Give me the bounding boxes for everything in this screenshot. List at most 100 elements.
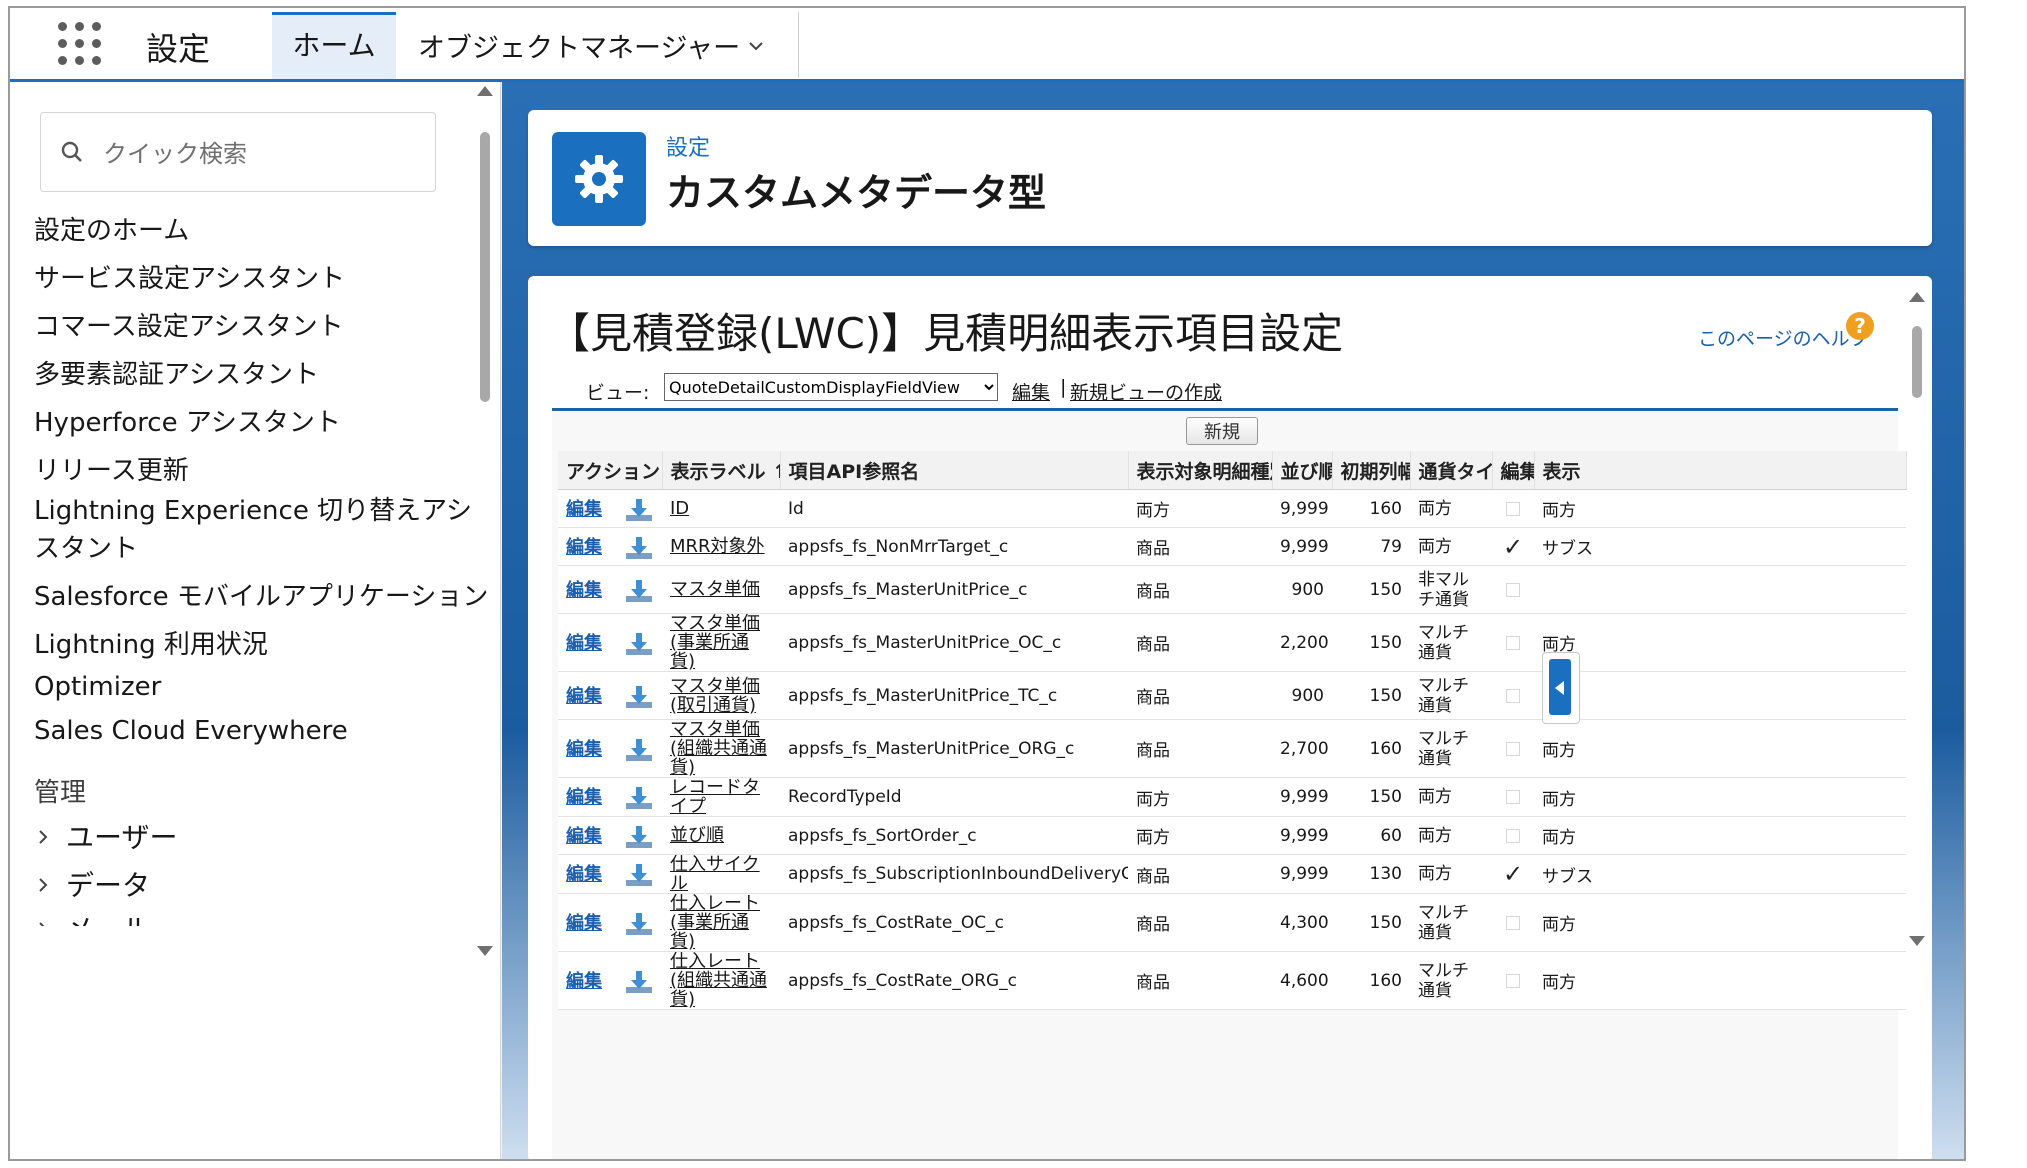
new-button[interactable]: 新規: [1186, 417, 1258, 445]
sidebar-item-lightning-transition[interactable]: Lightning Experience 切り替えアシスタント: [34, 492, 474, 568]
sidebar-tree-data[interactable]: データ: [34, 864, 150, 904]
sort-order-cell: 2,700: [1272, 719, 1332, 778]
records-body: 編集 ID Id 両方 9,999 160 両方 両方 編集 MRR対象外 appsfs_fs_No…: [558, 489, 1906, 1010]
currency-type-cell: 両方: [1410, 816, 1492, 855]
sidebar-scroll-thumb[interactable]: [480, 132, 490, 402]
column-header-detail-type[interactable]: 表示対象明細種別: [1128, 451, 1273, 490]
edit-link[interactable]: 編集: [566, 739, 602, 760]
scroll-up-arrow[interactable]: [1909, 292, 1925, 302]
record-label-link[interactable]: ID: [670, 499, 772, 518]
sidebar-item-optimizer[interactable]: Optimizer: [34, 672, 161, 702]
currency-type-cell: マルチ通貨: [1410, 613, 1492, 672]
sidebar-item-service-setup-assistant[interactable]: サービス設定アシスタント: [34, 258, 345, 295]
scroll-up-arrow[interactable]: [477, 86, 493, 96]
chevron-down-icon[interactable]: [748, 38, 764, 54]
sidebar-item-commerce-setup-assistant[interactable]: コマース設定アシスタント: [34, 306, 344, 343]
download-icon[interactable]: [624, 684, 654, 710]
label-cell: マスタ単価: [662, 565, 780, 614]
sidebar-item-release-updates[interactable]: リリース更新: [34, 450, 189, 487]
sidebar-tree-users[interactable]: ユーザー: [34, 816, 177, 856]
editable-cell: [1492, 777, 1534, 817]
currency-type-cell: 両方: [1410, 489, 1492, 528]
unchecked-box: [1506, 741, 1520, 756]
sidebar-item-sales-cloud-everywhere[interactable]: Sales Cloud Everywhere: [34, 716, 348, 746]
record-label-link[interactable]: マスタ単価(取引通貨): [670, 677, 772, 715]
table-row: 編集 仕入レート(組織共通通貨) appsfs_fs_CostRate_ORG_c 商…: [558, 951, 1906, 1010]
sidebar-item-salesforce-mobile[interactable]: Salesforce モバイルアプリケーション: [34, 576, 488, 613]
column-header-editable[interactable]: 編集: [1492, 451, 1535, 490]
edit-link[interactable]: 編集: [566, 537, 602, 558]
sidebar-item-mfa-assistant[interactable]: 多要素認証アシスタント: [34, 354, 319, 391]
panel-collapse-toggle[interactable]: [1542, 652, 1580, 724]
view-label: ビュー:: [586, 382, 650, 404]
record-label-link[interactable]: 並び順: [670, 826, 772, 845]
scroll-down-arrow[interactable]: [477, 946, 493, 956]
sidebar-tree-email[interactable]: メール: [34, 908, 150, 926]
checked-icon: ✓: [1502, 532, 1524, 561]
record-label-link[interactable]: マスタ単価(事業所通貨): [670, 614, 772, 671]
api-name-cell: appsfs_fs_CostRate_ORG_c: [780, 951, 1128, 1010]
app-launcher-icon[interactable]: [58, 22, 102, 66]
download-icon[interactable]: [624, 785, 654, 811]
download-icon[interactable]: [624, 911, 654, 937]
edit-link[interactable]: 編集: [566, 971, 602, 992]
chevron-right-icon: [39, 830, 48, 844]
view-edit-link[interactable]: 編集: [1012, 378, 1050, 405]
view-select[interactable]: QuoteDetailCustomDisplayFieldView: [664, 373, 998, 401]
download-icon[interactable]: [624, 824, 654, 850]
column-header-currency-type[interactable]: 通貨タイプ: [1410, 451, 1493, 490]
tab-home[interactable]: ホーム: [272, 12, 396, 79]
edit-link[interactable]: 編集: [566, 864, 602, 885]
edit-link[interactable]: 編集: [566, 913, 602, 934]
scroll-down-arrow[interactable]: [1909, 936, 1925, 946]
help-link[interactable]: このページのヘルプ: [1698, 324, 1869, 351]
editable-cell: ✓: [1492, 854, 1534, 894]
record-label-link[interactable]: レコードタイプ: [670, 778, 772, 816]
detail-type-cell: 商品: [1128, 613, 1272, 672]
edit-link[interactable]: 編集: [566, 499, 602, 520]
column-header-api-name[interactable]: 項目API参照名: [780, 451, 1129, 490]
display-cell: 両方: [1534, 777, 1906, 817]
table-row: 編集 レコードタイプ RecordTypeId 両方 9,999 150 両方 両方: [558, 777, 1906, 817]
sidebar-tree-label: ユーザー: [66, 821, 178, 854]
sidebar-item-lightning-usage[interactable]: Lightning 利用状況: [34, 624, 268, 661]
column-header-sort-order[interactable]: 並び順: [1272, 451, 1333, 490]
record-label-link[interactable]: 仕入サイクル: [670, 855, 772, 893]
edit-link[interactable]: 編集: [566, 787, 602, 808]
download-icon[interactable]: [624, 631, 654, 657]
content-scroll-thumb[interactable]: [1912, 326, 1922, 398]
tab-object-manager[interactable]: オブジェクトマネージャー: [418, 26, 740, 65]
column-header-display[interactable]: 表示: [1534, 451, 1907, 490]
sidebar-item-setup-home[interactable]: 設定のホーム: [34, 210, 189, 247]
column-header-width[interactable]: 初期列幅: [1332, 451, 1411, 490]
download-icon[interactable]: [624, 862, 654, 888]
checked-icon: ✓: [1502, 860, 1524, 888]
download-icon[interactable]: [624, 578, 654, 604]
edit-link[interactable]: 編集: [566, 686, 602, 707]
download-icon[interactable]: [624, 497, 654, 523]
download-icon[interactable]: [624, 969, 654, 995]
currency-type-cell: 両方: [1410, 854, 1492, 894]
record-label-link[interactable]: 仕入レート(組織共通通貨): [670, 952, 772, 1009]
display-cell: 両方: [1534, 489, 1906, 528]
edit-link[interactable]: 編集: [566, 826, 602, 847]
api-name-cell: RecordTypeId: [780, 777, 1128, 817]
sidebar-item-hyperforce-assistant[interactable]: Hyperforce アシスタント: [34, 402, 341, 439]
record-label-link[interactable]: 仕入レート(事業所通貨): [670, 894, 772, 951]
width-cell: 79: [1332, 527, 1410, 566]
download-icon[interactable]: [624, 535, 654, 561]
record-label-link[interactable]: MRR対象外: [670, 537, 772, 556]
record-label-link[interactable]: マスタ単価: [670, 580, 772, 599]
help-icon[interactable]: ?: [1846, 312, 1874, 340]
editable-cell: [1492, 671, 1534, 720]
record-label-link[interactable]: マスタ単価(組織共通通貨): [670, 720, 772, 777]
edit-link[interactable]: 編集: [566, 580, 602, 601]
download-icon[interactable]: [624, 737, 654, 763]
edit-link[interactable]: 編集: [566, 633, 602, 654]
create-new-view-link[interactable]: 新規ビューの作成: [1070, 378, 1222, 405]
table-row: 編集 マスタ単価 appsfs_fs_MasterUnitPrice_c 商品 900 1…: [558, 565, 1906, 614]
quick-find-input[interactable]: [101, 131, 425, 177]
quick-find-box: [40, 112, 436, 192]
column-header-label[interactable]: 表示ラベル ↑: [662, 451, 781, 490]
action-cell: 編集: [558, 719, 662, 778]
